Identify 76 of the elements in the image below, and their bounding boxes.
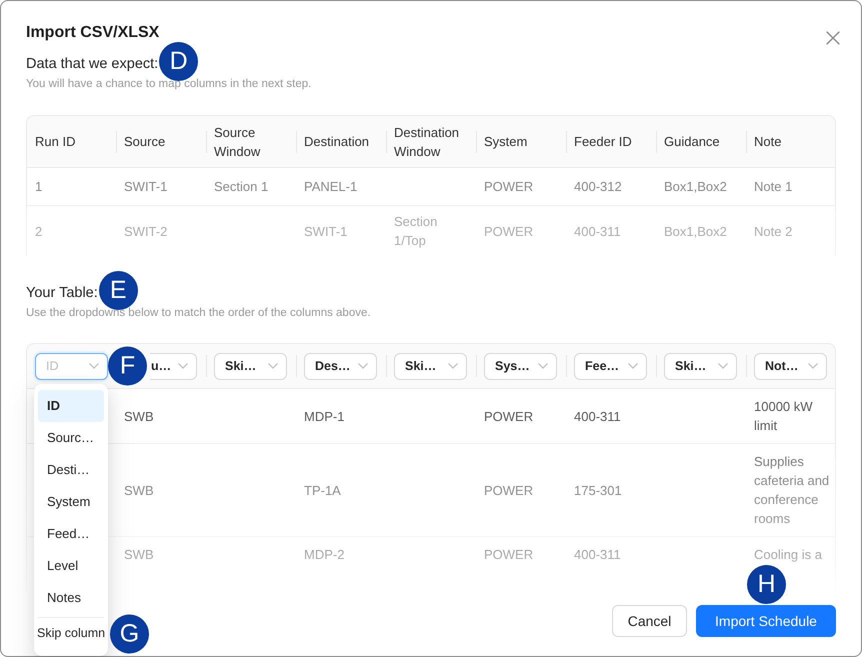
chevron-down-icon <box>448 363 458 369</box>
table-cell-text: SWB <box>124 482 154 500</box>
menu-option[interactable]: Level <box>38 550 104 582</box>
table-cell-text: TP-1A <box>304 482 341 500</box>
column-dropdown[interactable]: Fee… <box>574 352 647 380</box>
chevron-down-icon <box>628 363 638 369</box>
section-heading: Data that we expect: <box>26 55 158 74</box>
menu-option[interactable]: Skip column <box>34 618 108 650</box>
table-cell-text: PANEL-1 <box>304 178 358 196</box>
table-cell-text: SWIT-1 <box>304 222 348 240</box>
table-cell-text: 10000 kW limit <box>754 398 814 435</box>
column-header: System <box>484 133 528 151</box>
section-heading: Your Table: <box>26 284 98 303</box>
table-cell-text: Box1,Box2 <box>664 178 727 196</box>
table-cell-text: SWB <box>124 546 154 564</box>
table-cell-text: POWER <box>484 408 534 426</box>
menu-option[interactable]: System <box>38 486 104 518</box>
column-dropdown[interactable]: Sys… <box>484 352 557 380</box>
column-header: Run ID <box>35 133 76 151</box>
table-cell-text: 2 <box>35 222 42 240</box>
import-button[interactable]: Import Schedule <box>696 605 836 637</box>
column-dropdown[interactable]: Des… <box>304 352 377 380</box>
table-cell-text: MDP-2 <box>304 546 344 564</box>
table-cell-text: 400-312 <box>574 178 622 196</box>
column-header: Source <box>124 133 166 151</box>
table-cell-text: 400-311 <box>574 408 621 426</box>
close-button[interactable] <box>825 30 841 46</box>
chevron-down-icon <box>808 363 818 369</box>
table-cell-text: SWB <box>124 408 154 426</box>
menu-option[interactable]: ID <box>38 390 104 422</box>
table-cell-text: MDP-1 <box>304 408 344 426</box>
table-cell-text: Cooling is a <box>754 546 822 564</box>
table-cell-text: 1 <box>35 178 42 196</box>
table-cell-text: Box1,Box2 <box>664 222 727 240</box>
column-header: Destination <box>304 133 370 151</box>
callout-badge: D <box>159 42 198 81</box>
chevron-down-icon <box>89 363 99 369</box>
column-dropdown[interactable]: u… <box>150 352 197 380</box>
chevron-down-icon <box>268 363 278 369</box>
callout-badge: F <box>108 346 147 386</box>
table-cell-text: SWIT-2 <box>124 222 168 240</box>
table-cell-text: POWER <box>484 482 534 500</box>
callout-badge: G <box>110 614 149 653</box>
table-cell-text: Note 2 <box>754 222 792 240</box>
column-dropdown[interactable]: Not… <box>754 352 827 380</box>
menu-option[interactable]: Notes <box>38 582 104 614</box>
column-header: Guidance <box>664 133 720 151</box>
table-cell-text: SWIT-1 <box>124 178 168 196</box>
callout-badge: E <box>98 271 138 310</box>
cancel-button[interactable]: Cancel <box>612 605 687 637</box>
table-cell-text: Supplies cafeteria and conference rooms <box>754 453 830 528</box>
dialog-title: Import CSV/XLSX <box>26 23 160 43</box>
column-header: Destination Window <box>394 124 460 160</box>
menu-option[interactable]: Feed… <box>38 518 104 550</box>
chevron-down-icon <box>178 363 188 369</box>
menu-option[interactable]: Desti… <box>38 454 104 486</box>
column-header: Source Window <box>214 124 262 160</box>
column-dropdown[interactable]: Ski… <box>214 352 287 380</box>
chevron-down-icon <box>358 363 368 369</box>
column-header: Note <box>754 133 782 151</box>
table-cell-text: Note 1 <box>754 178 792 196</box>
column-dropdown[interactable]: Ski… <box>394 352 467 380</box>
close-icon <box>826 31 840 45</box>
table-cell-text: 400-311 <box>574 546 621 564</box>
chevron-down-icon <box>538 363 548 369</box>
table-cell-text: POWER <box>484 178 534 196</box>
column-header: Feeder ID <box>574 133 632 151</box>
table-cell-text: 175-301 <box>574 482 622 500</box>
table-cell-text: 400-311 <box>574 222 621 240</box>
chevron-down-icon <box>718 363 728 369</box>
table-cell-text: Section 1/Top <box>394 213 438 250</box>
table-cell-text: Section 1 <box>214 178 268 196</box>
table-cell-text: POWER <box>484 546 534 564</box>
column-dropdown[interactable]: Ski… <box>664 352 737 380</box>
menu-option[interactable]: Sourc… <box>38 422 104 454</box>
table-cell-text: POWER <box>484 222 534 240</box>
